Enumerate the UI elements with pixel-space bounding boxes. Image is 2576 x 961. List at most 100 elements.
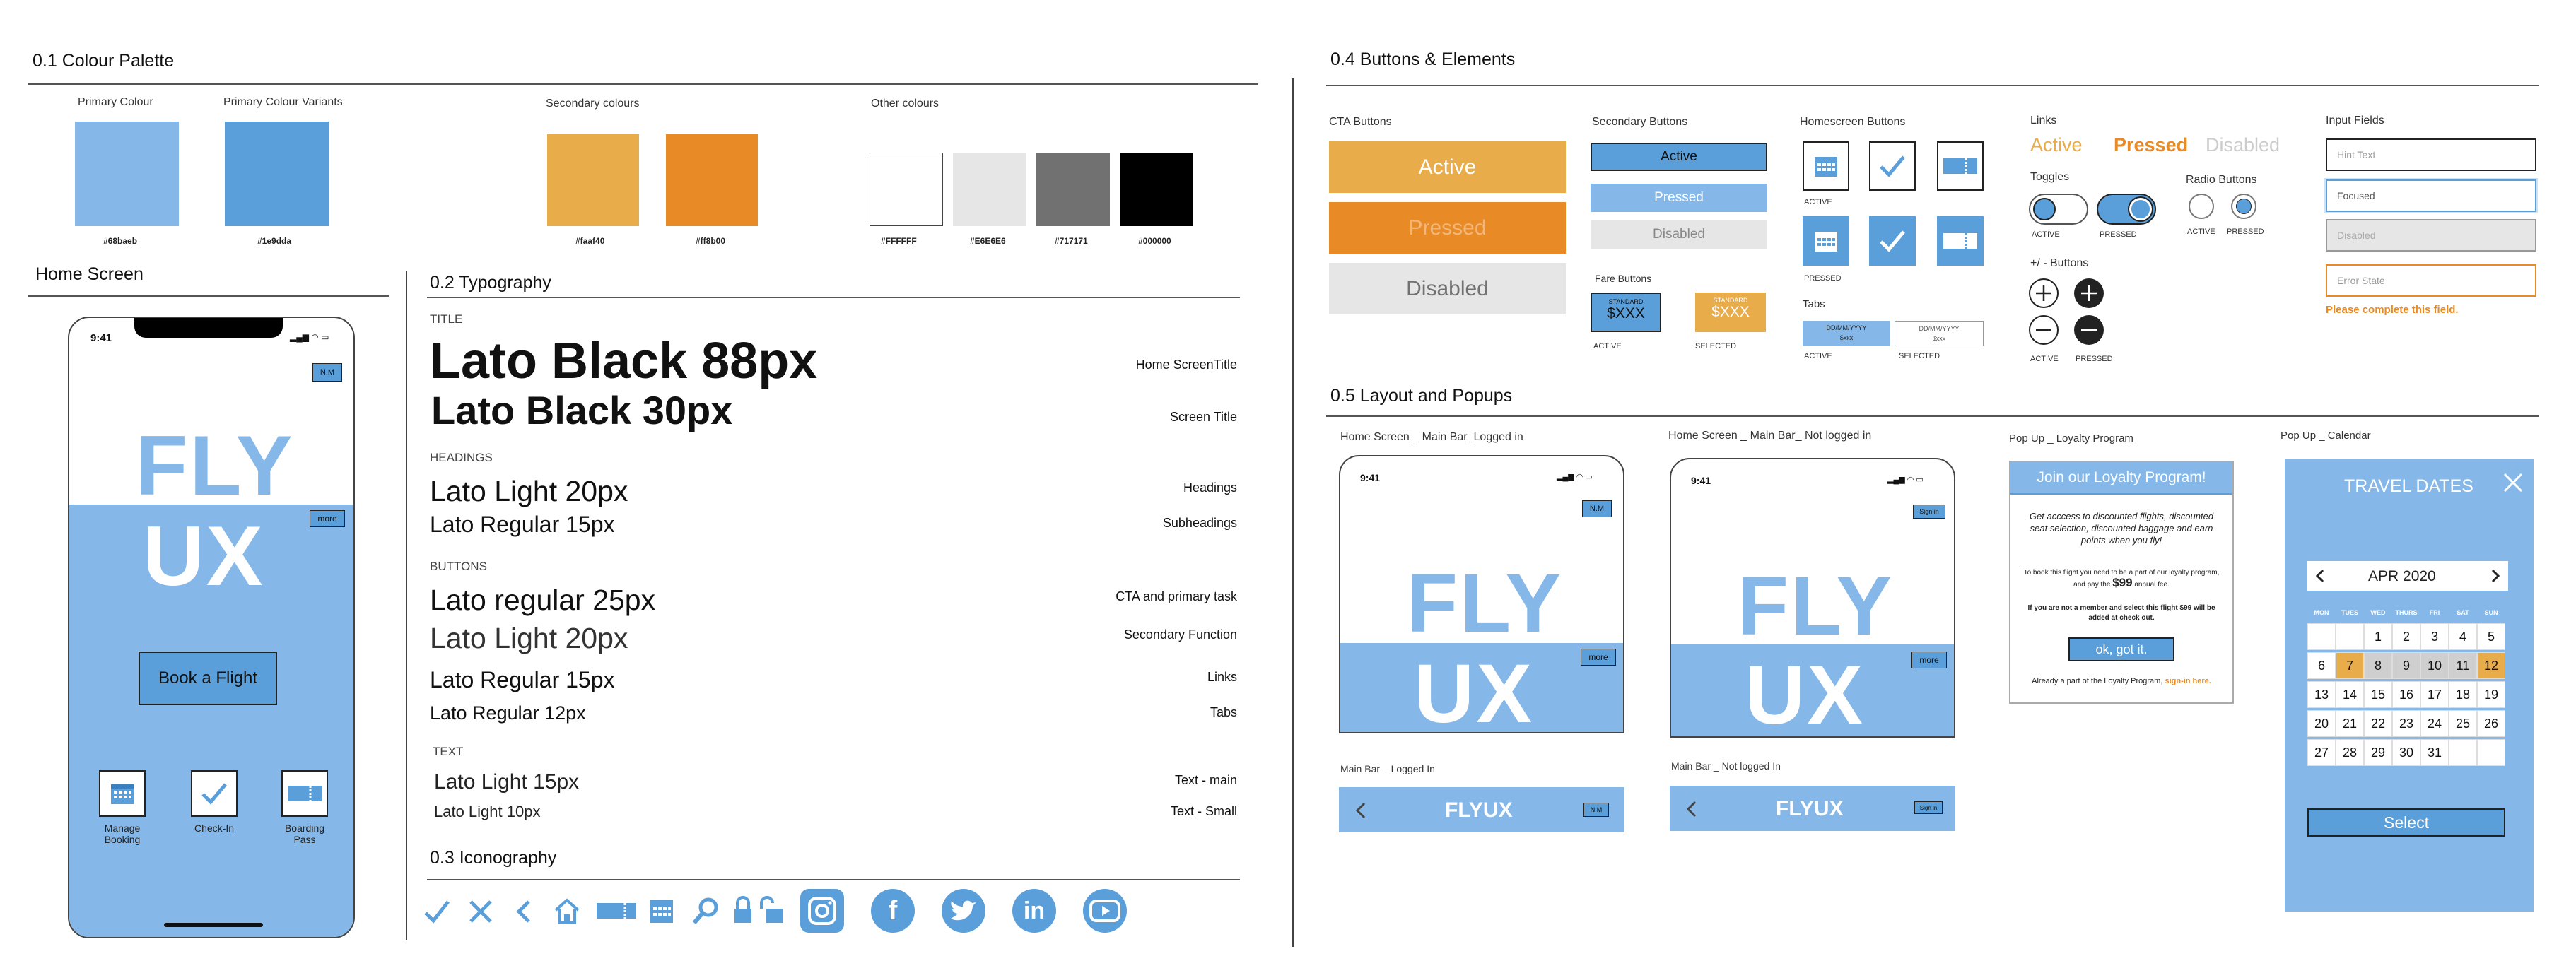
back-icon[interactable] xyxy=(1685,800,1699,818)
select-button[interactable]: Select xyxy=(2307,808,2505,837)
minus-button-pressed[interactable] xyxy=(2074,315,2104,345)
sign-in-button[interactable]: Sign in xyxy=(1914,801,1943,814)
radio-label: Radio Buttons xyxy=(2186,174,2257,186)
calendar-day[interactable]: 28 xyxy=(2336,739,2364,766)
more-button[interactable]: more xyxy=(310,510,345,527)
calendar-day[interactable]: 8 xyxy=(2364,652,2392,679)
calendar-day[interactable]: 4 xyxy=(2449,623,2477,650)
calendar-day[interactable]: 31 xyxy=(2420,739,2449,766)
type-use: Secondary Function xyxy=(1123,627,1237,642)
user-badge[interactable]: N.M xyxy=(1582,500,1612,517)
calendar-day[interactable]: 10 xyxy=(2420,652,2449,679)
type-use: CTA and primary task xyxy=(1116,589,1237,603)
homescreen-ticket-button[interactable] xyxy=(1937,141,1984,191)
fare-label: Fare Buttons xyxy=(1595,273,1652,284)
calendar-popup: TRAVEL DATES APR 2020 MON TUES WED THURS FRI… xyxy=(2285,459,2534,912)
plus-button-pressed[interactable] xyxy=(2074,278,2104,308)
calendar-day[interactable]: 20 xyxy=(2307,710,2336,737)
toggle-pressed[interactable] xyxy=(2097,194,2156,225)
book-flight-button[interactable]: Book a Flight xyxy=(139,652,277,705)
calendar-day[interactable]: 26 xyxy=(2477,710,2505,737)
calendar-day[interactable]: 19 xyxy=(2477,681,2505,708)
type-sample: Lato Black 30px xyxy=(431,388,733,432)
radio-active[interactable] xyxy=(2189,194,2214,219)
plus-button[interactable] xyxy=(2029,278,2059,308)
calendar-day[interactable]: 21 xyxy=(2336,710,2364,737)
cta-pressed-button[interactable]: Pressed xyxy=(1329,202,1566,254)
fare-selected-button[interactable]: STANDARD $XXX xyxy=(1695,293,1766,332)
calendar-day[interactable]: 15 xyxy=(2364,681,2392,708)
boarding-pass-tile[interactable] xyxy=(281,770,328,817)
calendar-title: TRAVEL DATES xyxy=(2344,476,2473,496)
section-divider xyxy=(406,271,407,940)
calendar-day[interactable]: 6 xyxy=(2307,652,2336,679)
calendar-day[interactable]: 3 xyxy=(2420,623,2449,650)
radio-pressed[interactable] xyxy=(2231,194,2256,219)
link-pressed[interactable]: Pressed xyxy=(2114,134,2188,156)
homescreen-calendar-pressed[interactable] xyxy=(1803,216,1849,266)
chevron-right-icon[interactable] xyxy=(2490,568,2501,584)
secondary-pressed-button[interactable]: Pressed xyxy=(1591,184,1767,212)
loyalty-fee: To book this flight you need to be a par… xyxy=(2020,568,2223,590)
type-use: Screen Title xyxy=(1169,410,1237,424)
tab-active[interactable]: DD/MM/YYYY $xxx xyxy=(1803,321,1890,346)
user-badge[interactable]: N.M xyxy=(312,363,342,382)
section-divider xyxy=(1292,78,1294,947)
calendar-day[interactable]: 23 xyxy=(2392,710,2420,737)
homescreen-check-button[interactable] xyxy=(1869,141,1916,191)
homescreen-ticket-pressed[interactable] xyxy=(1937,216,1984,266)
calendar-day[interactable]: 11 xyxy=(2449,652,2477,679)
more-button[interactable]: more xyxy=(1911,652,1947,668)
calendar-day[interactable]: 14 xyxy=(2336,681,2364,708)
input-error[interactable]: Error State xyxy=(2326,264,2536,297)
fare-active-button[interactable]: STANDARD $XXX xyxy=(1591,293,1661,332)
tab-selected[interactable]: DD/MM/YYYY $xxx xyxy=(1895,321,1984,346)
calendar-day[interactable]: 5 xyxy=(2477,623,2505,650)
cta-disabled-button: Disabled xyxy=(1329,263,1566,314)
chevron-left-icon[interactable] xyxy=(2314,568,2326,584)
link-active[interactable]: Active xyxy=(2030,134,2083,156)
minus-button[interactable] xyxy=(2029,315,2059,345)
back-icon[interactable] xyxy=(1354,801,1369,820)
calendar-day[interactable]: 18 xyxy=(2449,681,2477,708)
type-use: Headings xyxy=(1183,481,1237,495)
calendar-day[interactable]: 30 xyxy=(2392,739,2420,766)
calendar-day[interactable]: 27 xyxy=(2307,739,2336,766)
homescreen-check-pressed[interactable] xyxy=(1869,216,1916,266)
loyalty-body: Get acccess to discounted flights, disco… xyxy=(2029,511,2214,546)
calendar-day[interactable]: 17 xyxy=(2420,681,2449,708)
twitter-icon xyxy=(942,889,985,933)
fare-price: $XXX xyxy=(1711,304,1750,320)
calendar-day[interactable]: 7 xyxy=(2336,652,2364,679)
primary-label: Primary Colour xyxy=(78,96,153,108)
loyalty-ok-button[interactable]: ok, got it. xyxy=(2068,637,2174,661)
loyalty-signin-link[interactable]: sign-in here. xyxy=(2165,677,2211,685)
input-focused[interactable]: Focused xyxy=(2326,179,2536,212)
more-button[interactable]: more xyxy=(1581,649,1616,666)
close-icon[interactable] xyxy=(2502,472,2524,493)
calendar-day[interactable]: 1 xyxy=(2364,623,2392,650)
input-hint[interactable]: Hint Text xyxy=(2326,138,2536,171)
calendar-day[interactable]: 12 xyxy=(2477,652,2505,679)
instagram-icon xyxy=(800,889,844,933)
calendar-day[interactable]: 29 xyxy=(2364,739,2392,766)
calendar-day[interactable]: 24 xyxy=(2420,710,2449,737)
link-disabled: Disabled xyxy=(2206,134,2281,155)
secondary-active-button[interactable]: Active xyxy=(1591,143,1767,171)
toggle-active[interactable] xyxy=(2029,194,2088,225)
calendar-day[interactable]: 9 xyxy=(2392,652,2420,679)
calendar-day[interactable]: 22 xyxy=(2364,710,2392,737)
tab-state: ACTIVE xyxy=(1804,352,1832,360)
swatch-white xyxy=(870,153,943,226)
cta-active-button[interactable]: Active xyxy=(1329,141,1566,193)
calendar-day[interactable]: 25 xyxy=(2449,710,2477,737)
homescreen-calendar-button[interactable] xyxy=(1803,141,1849,191)
check-in-tile[interactable] xyxy=(191,770,238,817)
calendar-day[interactable]: 2 xyxy=(2392,623,2420,650)
calendar-day[interactable]: 13 xyxy=(2307,681,2336,708)
calendar-day[interactable]: 16 xyxy=(2392,681,2420,708)
manage-booking-tile[interactable] xyxy=(99,770,146,817)
sign-in-button[interactable]: Sign in xyxy=(1913,505,1945,519)
user-badge[interactable]: N.M xyxy=(1583,803,1609,817)
screen2-label: Home Screen _ Main Bar_ Not logged in xyxy=(1668,430,1872,442)
